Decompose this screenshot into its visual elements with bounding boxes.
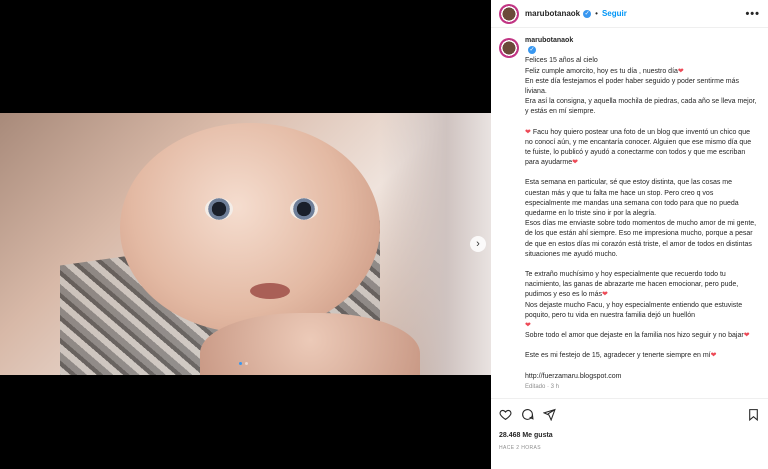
heart-emoji: ❤ [743, 332, 750, 340]
edited-label: Editado · 3 h [525, 383, 560, 390]
post-header: marubotanaok ✓ • Seguir ••• [491, 0, 768, 28]
blog-link[interactable]: http://fuerzamaru.blogspot.com [525, 372, 758, 382]
send-icon[interactable] [543, 408, 556, 421]
post-date: HACE 2 HORAS [499, 445, 542, 451]
action-bar [499, 404, 760, 424]
caption-line: En este día festejamos el poder haber se… [525, 77, 740, 96]
heart-emoji: ❤ [525, 128, 531, 136]
post-media: › [0, 0, 491, 469]
caption-line: Era así la consigna, y aquella mochila d… [525, 98, 757, 116]
heart-icon[interactable] [499, 408, 512, 421]
heart-emoji: ❤ [525, 322, 531, 330]
caption-line: Nos dejaste mucho Facu, y hoy especialme… [525, 301, 743, 319]
baby-photo [0, 113, 491, 375]
caption-username[interactable]: marubotanaok [525, 37, 573, 44]
heart-emoji: ❤ [602, 291, 608, 299]
comment-icon[interactable] [521, 408, 534, 421]
more-options-icon[interactable]: ••• [745, 8, 760, 20]
caption-line: Sobre todo el amor que dejaste en la fam… [525, 332, 744, 340]
bookmark-icon[interactable] [747, 408, 760, 421]
chevron-right-icon[interactable]: › [470, 236, 486, 252]
caption-line: Esta semana en particular, sé que estoy … [525, 179, 739, 218]
username[interactable]: marubotanaok [525, 9, 580, 18]
caption-line: Te extraño muchísimo y hoy especialmente… [525, 271, 739, 299]
avatar[interactable] [499, 38, 519, 58]
caption: marubotanaok ✓ Felices 15 años al cielo … [499, 36, 762, 400]
verified-icon: ✓ [583, 9, 592, 18]
follow-button[interactable]: Seguir [602, 9, 627, 18]
caption-line: Feliz cumple amorcito, hoy es tu día , n… [525, 67, 678, 75]
carousel-dots [239, 362, 248, 365]
caption-line: Este es mi festejo de 15, agradecer y te… [525, 352, 711, 360]
heart-emoji: ❤ [572, 159, 578, 167]
caption-line: Esos días me enviaste sobre todo momento… [525, 220, 757, 258]
heart-emoji: ❤ [677, 67, 684, 75]
heart-emoji: ❤ [710, 352, 717, 360]
caption-line: Facu hoy quiero postear una foto de un b… [525, 128, 752, 167]
likes-count[interactable]: 28.468 Me gusta [499, 432, 553, 439]
avatar[interactable] [499, 3, 519, 24]
verified-icon: ✓ [528, 46, 536, 55]
caption-lead: Felices 15 años al cielo [525, 57, 598, 65]
post-panel: marubotanaok ✓ • Seguir ••• marubotanaok… [491, 0, 768, 469]
